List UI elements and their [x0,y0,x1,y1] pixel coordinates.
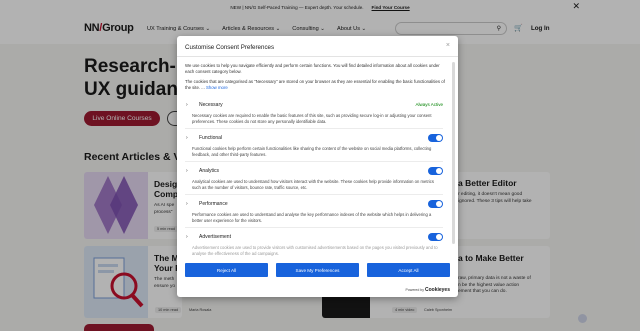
divider [185,161,443,162]
category-name: Analytics [199,168,220,174]
consent-scrollbar[interactable] [452,62,455,244]
divider [185,227,443,228]
category-necessary[interactable]: › Necessary Always Active [185,101,446,111]
advertisement-toggle[interactable] [428,233,443,241]
divider [177,56,458,57]
chevron-right-icon[interactable]: › [186,135,188,141]
category-name: Advertisement [199,234,231,240]
consent-intro: We use cookies to help you navigate effi… [185,63,440,74]
cookieyes-logo: Cookieyes [424,287,450,293]
functional-toggle[interactable] [428,134,443,142]
category-performance[interactable]: › Performance [185,200,446,210]
chevron-right-icon[interactable]: › [186,168,188,174]
toggle-knob [436,168,442,174]
category-name: Performance [199,201,228,207]
analytics-toggle[interactable] [428,167,443,175]
cookie-consent-dialog: Customise Consent Preferences × We use c… [177,36,458,297]
consent-body[interactable]: We use cookies to help you navigate effi… [185,61,446,283]
category-name: Necessary [199,102,223,108]
accept-all-button[interactable]: Accept All [367,263,450,277]
chevron-right-icon[interactable]: › [186,234,188,240]
consent-title: Customise Consent Preferences [185,44,275,51]
divider [185,128,443,129]
performance-toggle[interactable] [428,200,443,208]
toggle-knob [436,135,442,141]
chevron-right-icon[interactable]: › [186,201,188,207]
powered-by-label: Powered by [405,288,424,292]
category-description: Functional cookies help perform certain … [192,146,432,157]
close-icon[interactable]: × [446,42,450,49]
divider [185,194,443,195]
consent-intro-necessary: The cookies that are categorised as "Nec… [185,79,445,91]
category-description: Performance cookies are used to understa… [192,212,432,223]
toggle-knob [436,234,442,240]
category-advertisement[interactable]: › Advertisement [185,233,446,243]
category-description: Analytical cookies are used to understan… [192,179,434,190]
chevron-right-icon[interactable]: › [186,102,188,108]
always-active-label: Always Active [415,102,443,107]
category-analytics[interactable]: › Analytics [185,167,446,177]
category-name: Functional [199,135,223,141]
category-description: Advertisement cookies are used to provid… [192,245,438,256]
category-functional[interactable]: › Functional [185,134,446,144]
category-description: Necessary cookies are required to enable… [192,113,432,124]
toggle-knob [436,201,442,207]
show-more-link[interactable]: Show more [206,85,228,90]
powered-by-cookieyes[interactable]: Powered by Cookieyes [406,287,450,293]
reject-all-button[interactable]: Reject All [185,263,268,277]
save-preferences-button[interactable]: Save My Preferences [276,263,359,277]
